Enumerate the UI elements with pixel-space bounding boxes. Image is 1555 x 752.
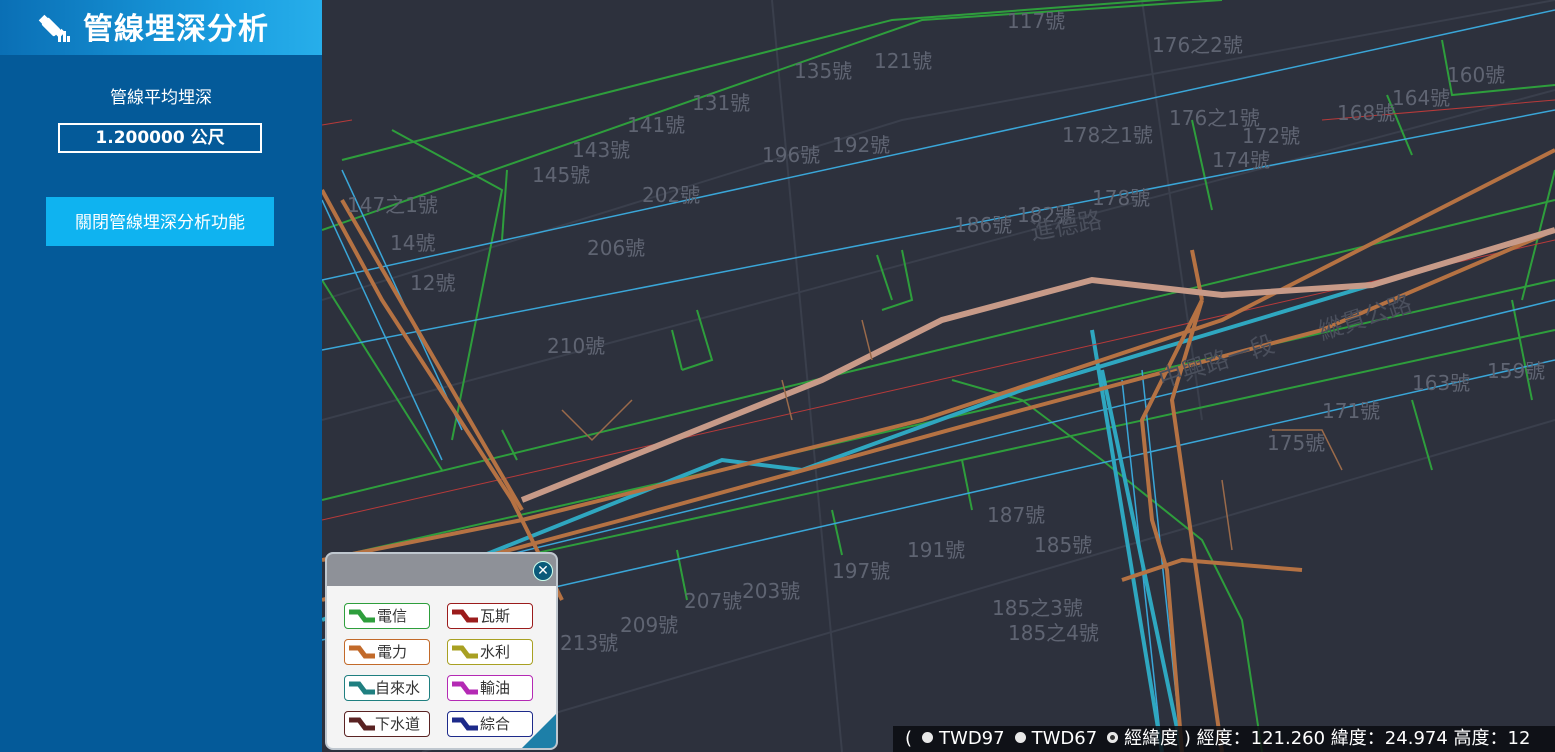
map-label: 176之2號 bbox=[1152, 33, 1243, 57]
map-label: 160號 bbox=[1447, 63, 1505, 87]
map-label: 192號 bbox=[832, 133, 890, 157]
map-label: 178之1號 bbox=[1062, 123, 1153, 147]
map-label: 121號 bbox=[874, 49, 932, 73]
legend-item-power[interactable]: 電力 bbox=[344, 639, 430, 665]
pipe-icon bbox=[452, 645, 478, 659]
legend-item-irrigation[interactable]: 水利 bbox=[447, 639, 533, 665]
map-label: 209號 bbox=[620, 613, 678, 637]
twd97-label: TWD97 bbox=[939, 728, 1005, 749]
map-label: 178號 bbox=[1092, 186, 1150, 210]
radio-twd67[interactable] bbox=[1014, 731, 1026, 743]
pipe-icon bbox=[452, 609, 478, 623]
map-label: 14號 bbox=[390, 231, 435, 255]
legend-item-oil[interactable]: 輸油 bbox=[447, 675, 533, 701]
twd67-label: TWD67 bbox=[1031, 728, 1098, 749]
map-label: 159號 bbox=[1487, 359, 1545, 383]
pipe-icon bbox=[452, 681, 478, 695]
legend-item-sewer[interactable]: 下水道 bbox=[344, 711, 430, 737]
map-label: 163號 bbox=[1412, 371, 1470, 395]
map-label: 191號 bbox=[907, 538, 965, 562]
legend-label: 輸油 bbox=[480, 679, 511, 697]
map-label: 168號 bbox=[1337, 101, 1395, 125]
legend-corner-decoration bbox=[522, 714, 556, 748]
legend-label: 水利 bbox=[480, 643, 511, 661]
lonlat-label: 經緯度 bbox=[1124, 728, 1179, 749]
map-label: 143號 bbox=[572, 138, 630, 162]
map-label: 202號 bbox=[642, 183, 700, 207]
legend-label: 綜合 bbox=[480, 715, 511, 733]
map-label: 175號 bbox=[1267, 431, 1325, 455]
legend-item-water-supply[interactable]: 自來水 bbox=[344, 675, 430, 701]
legend-header bbox=[327, 554, 556, 586]
map-label: 213號 bbox=[560, 631, 618, 655]
map-label: 164號 bbox=[1392, 86, 1450, 110]
map-label: 172號 bbox=[1242, 124, 1300, 148]
map-label: 187號 bbox=[987, 503, 1045, 527]
map-label: 12號 bbox=[410, 271, 455, 295]
map-label: 196號 bbox=[762, 143, 820, 167]
legend-label: 下水道 bbox=[375, 715, 421, 733]
close-paren: ) bbox=[1183, 728, 1191, 749]
app-title: 管線埋深分析 bbox=[83, 12, 269, 47]
satellite-icon bbox=[38, 14, 70, 42]
pipe-icon bbox=[349, 681, 375, 695]
legend-item-integrated[interactable]: 綜合 bbox=[447, 711, 533, 737]
map-label: 117號 bbox=[1007, 9, 1065, 33]
road-label: 中興路一段 bbox=[1155, 330, 1278, 394]
coordinate-bar: ( TWD97 TWD67 經緯度 ) 經度：121.260 緯度：24.974 高度… bbox=[893, 726, 1555, 752]
map-label: 185之4號 bbox=[1008, 621, 1099, 645]
legend-label: 瓦斯 bbox=[480, 607, 511, 625]
pipe-icon bbox=[349, 609, 375, 623]
map-label: 145號 bbox=[532, 163, 590, 187]
radio-lonlat[interactable] bbox=[1107, 731, 1119, 743]
map-label: 135號 bbox=[794, 59, 852, 83]
legend-label: 電信 bbox=[377, 607, 408, 625]
pipe-icon bbox=[349, 717, 375, 731]
radio-twd97[interactable] bbox=[922, 731, 934, 743]
legend-label: 電力 bbox=[377, 643, 408, 661]
pipeline-legend: ✕ 電信 瓦斯 電力 水利 自來水 輸油 下水道 綜合 bbox=[325, 552, 558, 750]
map-label: 147之1號 bbox=[347, 193, 438, 217]
legend-label: 自來水 bbox=[375, 679, 421, 697]
map-label: 174號 bbox=[1212, 148, 1270, 172]
pipe-icon bbox=[452, 717, 478, 731]
coordinate-readout: 經度：121.260 緯度：24.974 高度：12 bbox=[1196, 728, 1531, 749]
legend-item-gas[interactable]: 瓦斯 bbox=[447, 603, 533, 629]
map-label: 185之3號 bbox=[992, 596, 1083, 620]
average-depth-value: 1.200000 公尺 bbox=[58, 123, 262, 153]
pipe-icon bbox=[349, 645, 375, 659]
legend-close-button[interactable]: ✕ bbox=[533, 561, 553, 581]
map-label: 197號 bbox=[832, 559, 890, 583]
average-depth-label: 管線平均埋深 bbox=[110, 88, 212, 108]
legend-item-telecom[interactable]: 電信 bbox=[344, 603, 430, 629]
open-paren: ( bbox=[905, 728, 913, 749]
map-label: 131號 bbox=[692, 91, 750, 115]
close-depth-analysis-button[interactable]: 關閉管線埋深分析功能 bbox=[46, 197, 274, 246]
map-label: 206號 bbox=[587, 236, 645, 260]
sidebar: 管線埋深分析 管線平均埋深 1.200000 公尺 關閉管線埋深分析功能 bbox=[0, 0, 322, 752]
map-label: 203號 bbox=[742, 579, 800, 603]
map-label: 185號 bbox=[1034, 533, 1092, 557]
map-label: 141號 bbox=[627, 113, 685, 137]
map-label: 210號 bbox=[547, 334, 605, 358]
map-label: 186號 bbox=[954, 213, 1012, 237]
map-label: 171號 bbox=[1322, 399, 1380, 423]
map-label: 207號 bbox=[684, 589, 742, 613]
sidebar-header: 管線埋深分析 bbox=[0, 0, 322, 55]
